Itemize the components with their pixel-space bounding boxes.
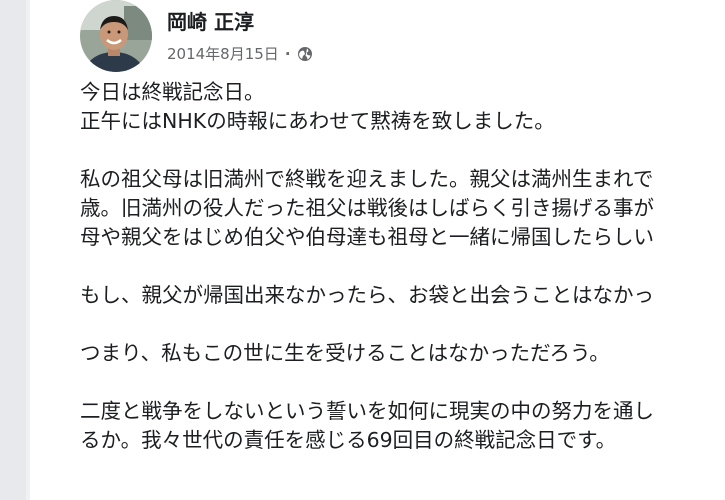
post-date[interactable]: 2014年8月15日 <box>167 43 279 64</box>
post-line: 今日は終戦記念日。 <box>80 80 265 104</box>
left-sidebar-strip <box>0 0 26 500</box>
post-line: るか。我々世代の責任を感じる69回目の終戦記念日です。 <box>80 428 617 452</box>
post-card: 岡崎 正淳 2014年8月15日 · 今日は終戦記念日。 正午にはNHKの時報に… <box>30 0 725 500</box>
author-name[interactable]: 岡崎 正淳 <box>167 6 254 35</box>
post-line: 私の祖父母は旧満州で終戦を迎えました。親父は満州生まれで <box>80 167 654 191</box>
post-text: 今日は終戦記念日。 正午にはNHKの時報にあわせて黙祷を致しました。 私の祖父母… <box>80 78 725 455</box>
post-line: 歳。旧満州の役人だった祖父は戦後はしばらく引き揚げる事が <box>80 196 654 220</box>
globe-icon[interactable] <box>297 46 313 62</box>
post-line: もし、親父が帰国出来なかったら、お袋と出会うことはなかっ <box>80 283 654 307</box>
post-line: 母や親父をはじめ伯父や伯母達も祖母と一緒に帰国したらしい <box>80 225 654 249</box>
post-line: 正午にはNHKの時報にあわせて黙祷を致しました。 <box>80 109 555 133</box>
post-meta: 2014年8月15日 · <box>167 43 313 64</box>
post-line: 二度と戦争をしないという誓いを如何に現実の中の努力を通し <box>80 399 654 423</box>
post-line: つまり、私もこの世に生を受けることはなかっただろう。 <box>80 341 610 365</box>
meta-separator: · <box>284 44 291 63</box>
author-avatar[interactable] <box>80 0 152 72</box>
